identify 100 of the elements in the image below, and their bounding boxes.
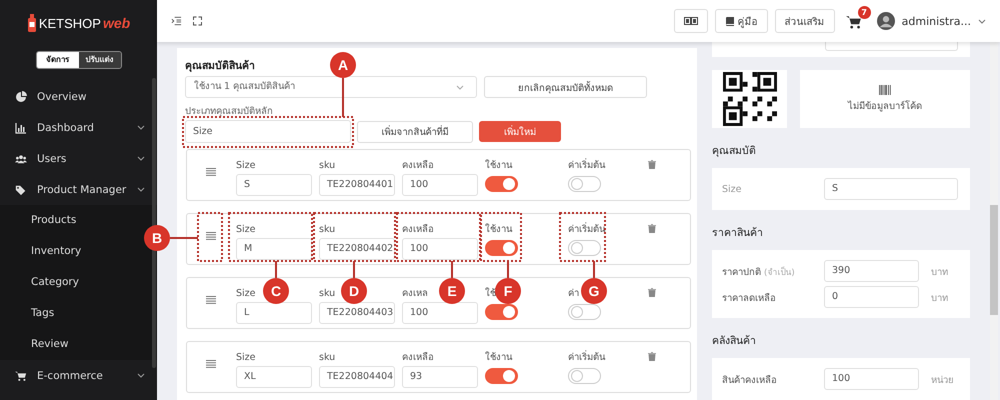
active-toggle[interactable]: [485, 304, 518, 320]
default-toggle[interactable]: [568, 368, 601, 384]
submenu-item[interactable]: Products: [31, 205, 82, 236]
user-name[interactable]: administra...: [902, 14, 971, 28]
trash-icon[interactable]: [648, 160, 656, 169]
field-label: ราคาลดเหลือ: [722, 292, 776, 304]
callout-marker: E: [439, 278, 465, 304]
active-toggle[interactable]: [485, 176, 518, 192]
default-toggle[interactable]: [568, 176, 601, 192]
menu-item[interactable]: E-commerce: [0, 360, 157, 391]
clear-attributes-button[interactable]: ยกเลิกคุณสมบัติทั้งหมด: [484, 76, 647, 98]
no-barcode-text: ไม่มีข้อมูลบาร์โค้ด: [848, 99, 922, 114]
qr-code-icon: [722, 72, 776, 126]
section-title: คุณสมบัติ: [712, 144, 757, 159]
chevron-icon[interactable]: [978, 18, 986, 24]
scrollbar[interactable]: [990, 42, 998, 400]
field-label: คงเหลือ: [402, 351, 434, 364]
attribute-select[interactable]: ใช้งาน 1 คุณสมบัติสินค้า: [185, 76, 477, 98]
field-label: ใช้งาน: [485, 159, 512, 172]
highlight-box: [559, 212, 606, 262]
field-label: ค่าเริ่มต้น: [568, 159, 605, 172]
default-toggle[interactable]: [568, 304, 601, 320]
leader-line: [353, 261, 355, 278]
required-note: (จำเป็น): [764, 268, 795, 278]
section-title: คลังสินค้า: [712, 334, 757, 349]
input-field[interactable]: 390: [824, 260, 919, 282]
avatar-icon[interactable]: [876, 12, 895, 30]
field-label: ใช้งาน: [485, 351, 512, 364]
submenu-item[interactable]: Inventory: [31, 236, 88, 267]
book-icon: [724, 16, 735, 26]
field-label: คงเหลือ: [402, 223, 434, 236]
drag-handle-icon[interactable]: [206, 232, 216, 240]
submenu-item[interactable]: Category: [31, 267, 85, 298]
leader-line: [342, 78, 344, 117]
leader-line: [170, 237, 198, 239]
sku-field[interactable]: TE220804404: [319, 366, 395, 388]
callout-marker: C: [263, 278, 289, 304]
field-label: Size: [236, 287, 256, 300]
add-existing-button[interactable]: เพิ่มจากสินค้าที่มี: [357, 120, 473, 142]
add-new-button[interactable]: เพิ่มใหม่: [479, 121, 561, 142]
default-toggle[interactable]: [568, 240, 601, 256]
menu-item[interactable]: Overview: [0, 81, 157, 112]
callout-marker: F: [495, 278, 521, 304]
callout-marker: A: [330, 52, 356, 78]
logo-accent-text: web: [102, 15, 130, 31]
input-field[interactable]: 0: [824, 286, 919, 308]
indent-icon[interactable]: [171, 16, 182, 26]
stock-field[interactable]: 93: [402, 366, 478, 388]
highlight-box: [197, 212, 223, 262]
input-field[interactable]: 100: [824, 368, 919, 390]
layout-button[interactable]: [674, 9, 708, 33]
field-label: sku: [319, 223, 336, 236]
attribute-type-field[interactable]: Size: [185, 120, 351, 143]
barcode-icon: [879, 85, 891, 96]
active-toggle[interactable]: [485, 240, 518, 256]
menu-item[interactable]: Users: [0, 143, 157, 174]
users-icon: [15, 152, 27, 164]
logo-text: KETSHOP: [38, 16, 101, 30]
expand-icon[interactable]: [192, 16, 203, 26]
stock-field[interactable]: 100: [402, 238, 478, 260]
field-label: คงเหลือ: [402, 159, 434, 172]
menu-item[interactable]: Product Manager: [0, 174, 157, 205]
mode-tab[interactable]: จัดการ: [36, 52, 78, 68]
active-toggle[interactable]: [485, 368, 518, 384]
field-label: ค่าเริ่มต้น: [568, 223, 605, 236]
field-label: ใช้: [485, 287, 496, 300]
scrollbar-thumb[interactable]: [990, 205, 998, 315]
drag-handle-icon[interactable]: [206, 168, 216, 176]
trash-icon[interactable]: [648, 352, 656, 361]
field-label: ค่า: [568, 287, 579, 300]
submenu-item[interactable]: Tags: [31, 298, 60, 329]
stock-field[interactable]: 100: [402, 174, 478, 196]
bar-chart-icon: [15, 122, 27, 134]
drag-handle-icon[interactable]: [206, 296, 216, 304]
sku-field[interactable]: TE220804402: [319, 238, 395, 260]
manual-button[interactable]: คู่มือ: [714, 9, 768, 33]
addons-button[interactable]: ส่วนเสริม: [774, 9, 835, 33]
option-value-field[interactable]: M: [236, 238, 312, 260]
tag-icon: [15, 184, 27, 196]
input-field[interactable]: [825, 42, 958, 51]
drag-handle-icon[interactable]: [206, 360, 216, 368]
option-value-field[interactable]: S: [236, 174, 312, 196]
trash-icon[interactable]: [648, 224, 656, 233]
callout-marker: D: [341, 278, 367, 304]
trash-icon[interactable]: [648, 288, 656, 297]
option-value-field[interactable]: XL: [236, 366, 312, 388]
property-field[interactable]: S: [824, 178, 958, 200]
submenu-item[interactable]: Review: [31, 329, 74, 360]
cart-icon[interactable]: [846, 14, 862, 28]
leader-line: [275, 261, 277, 278]
callout-marker: B: [144, 225, 170, 251]
columns-icon: [684, 17, 698, 25]
field-label: Size: [236, 223, 256, 236]
unit-label: บาท: [931, 292, 948, 304]
field-label: Size: [236, 351, 256, 364]
sku-field[interactable]: TE220804401: [319, 174, 395, 196]
cart-count-badge: 7: [858, 6, 871, 18]
menu-item[interactable]: Dashboard: [0, 112, 157, 143]
field-label: คงเหล: [402, 287, 428, 300]
cart-icon: [15, 370, 27, 382]
